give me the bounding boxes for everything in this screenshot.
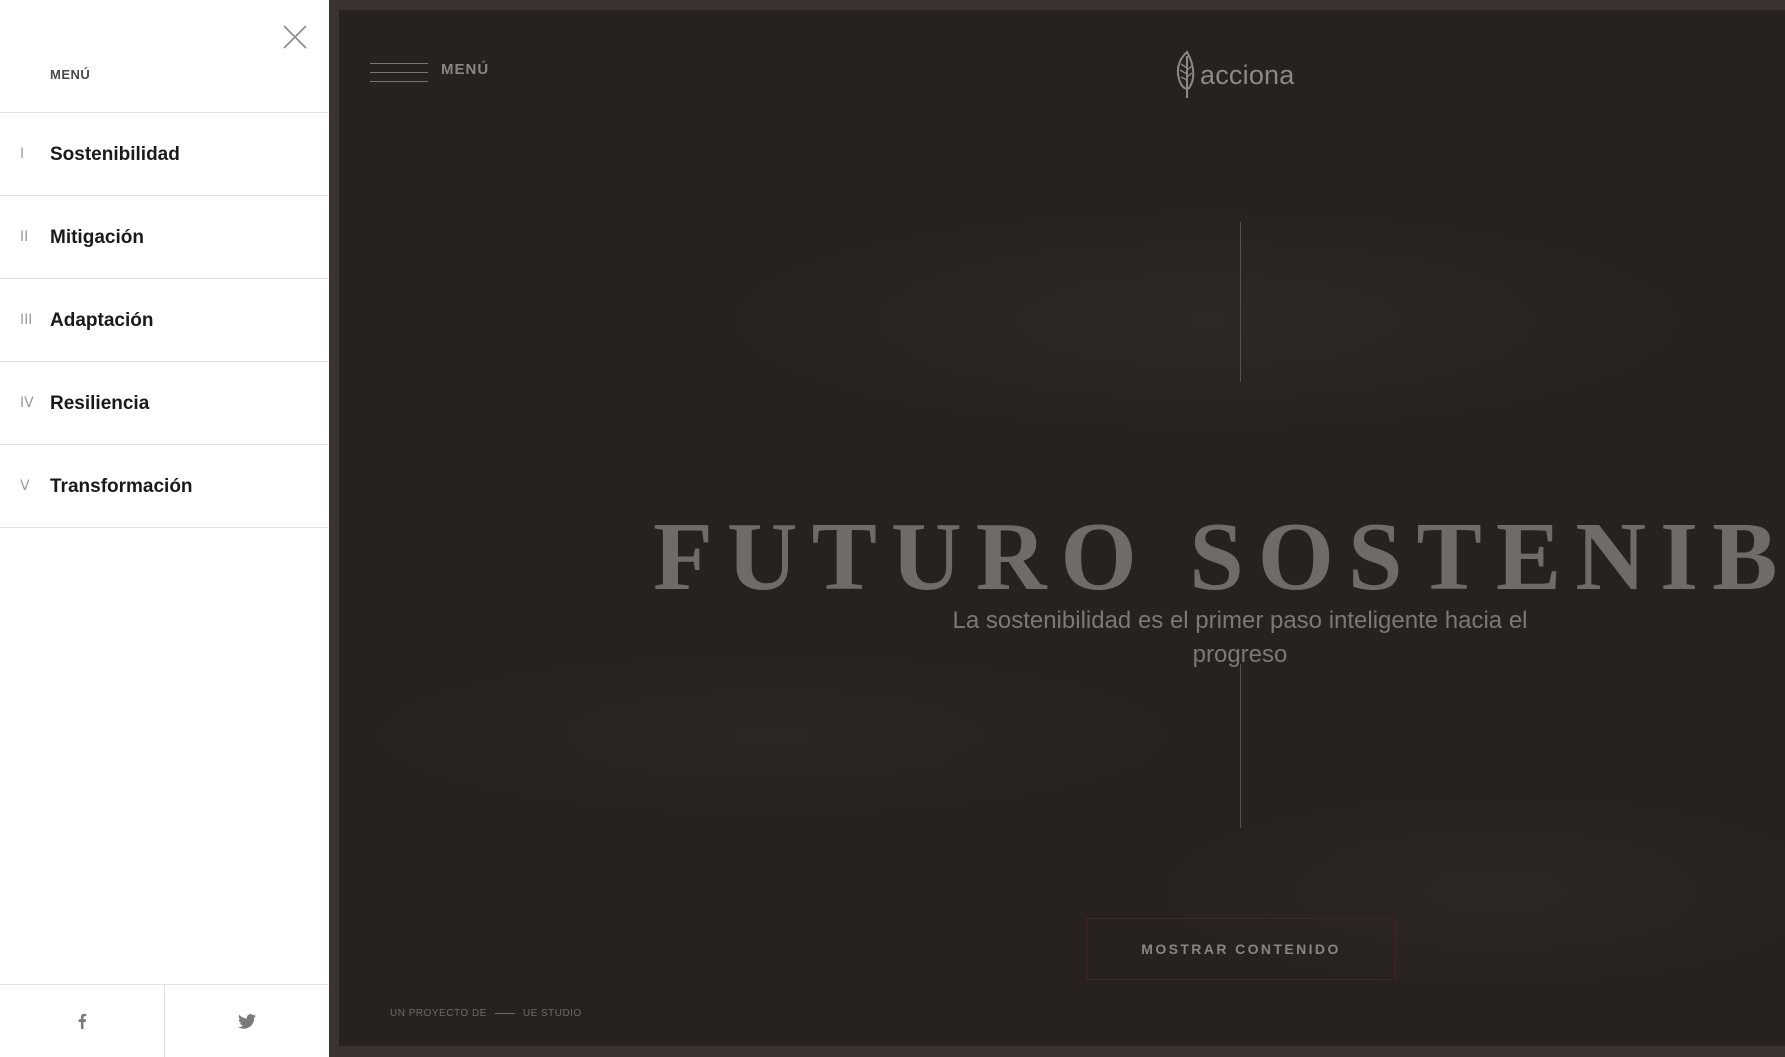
- credit-prefix: UN PROYECTO DE: [390, 1008, 487, 1019]
- menu-item-label: Adaptación: [50, 310, 154, 331]
- social-links: [0, 984, 329, 1057]
- hero-background: MENÚ acciona FUTURO SOSTENIBLE La sosten…: [339, 10, 1785, 1046]
- acciona-logo[interactable]: acciona: [1173, 50, 1294, 100]
- facebook-icon: [78, 1013, 87, 1029]
- menu-item-label: Transformación: [50, 476, 193, 497]
- menu-item-resiliencia[interactable]: IV Resiliencia: [0, 362, 329, 445]
- menu-item-sostenibilidad[interactable]: I Sostenibilidad: [0, 113, 329, 196]
- hero-menu-button[interactable]: MENÚ: [370, 54, 489, 84]
- sidebar-menu: MENÚ I Sostenibilidad II Mitigación III …: [0, 0, 329, 1057]
- menu-item-number: V: [20, 478, 30, 494]
- menu-list: I Sostenibilidad II Mitigación III Adapt…: [0, 112, 329, 528]
- project-credit: UN PROYECTO DE UE STUDIO: [390, 1008, 582, 1019]
- twitter-icon: [238, 1013, 256, 1029]
- menu-item-number: III: [20, 312, 33, 328]
- menu-item-number: I: [20, 146, 25, 162]
- facebook-button[interactable]: [0, 985, 164, 1057]
- hero-subtitle: La sostenibilidad es el primer paso inte…: [952, 607, 1528, 668]
- divider-line-bottom: [1240, 664, 1241, 828]
- sidebar-title: MENÚ: [50, 67, 91, 82]
- show-content-button[interactable]: MOSTRAR CONTENIDO: [1086, 918, 1396, 980]
- menu-item-number: II: [20, 229, 29, 245]
- credit-studio-link[interactable]: UE STUDIO: [523, 1008, 582, 1019]
- leaf-logo-icon: [1176, 50, 1195, 98]
- hero-section: MENÚ acciona FUTURO SOSTENIBLE La sosten…: [329, 0, 1785, 1057]
- menu-item-transformacion[interactable]: V Transformación: [0, 445, 329, 528]
- hamburger-icon: [370, 54, 428, 84]
- menu-item-label: Resiliencia: [50, 393, 150, 414]
- menu-item-mitigacion[interactable]: II Mitigación: [0, 196, 329, 279]
- menu-item-adaptacion[interactable]: III Adaptación: [0, 279, 329, 362]
- hero-menu-label: MENÚ: [441, 60, 490, 78]
- twitter-button[interactable]: [164, 985, 329, 1057]
- menu-item-number: IV: [20, 395, 34, 411]
- close-icon[interactable]: [282, 24, 308, 50]
- credit-dash: [494, 1013, 515, 1014]
- logo-text: acciona: [1200, 59, 1295, 90]
- menu-item-label: Sostenibilidad: [50, 144, 180, 165]
- menu-item-label: Mitigación: [50, 227, 144, 248]
- divider-line-top: [1240, 222, 1241, 382]
- hero-headline: FUTURO SOSTENIBLE: [653, 502, 1785, 611]
